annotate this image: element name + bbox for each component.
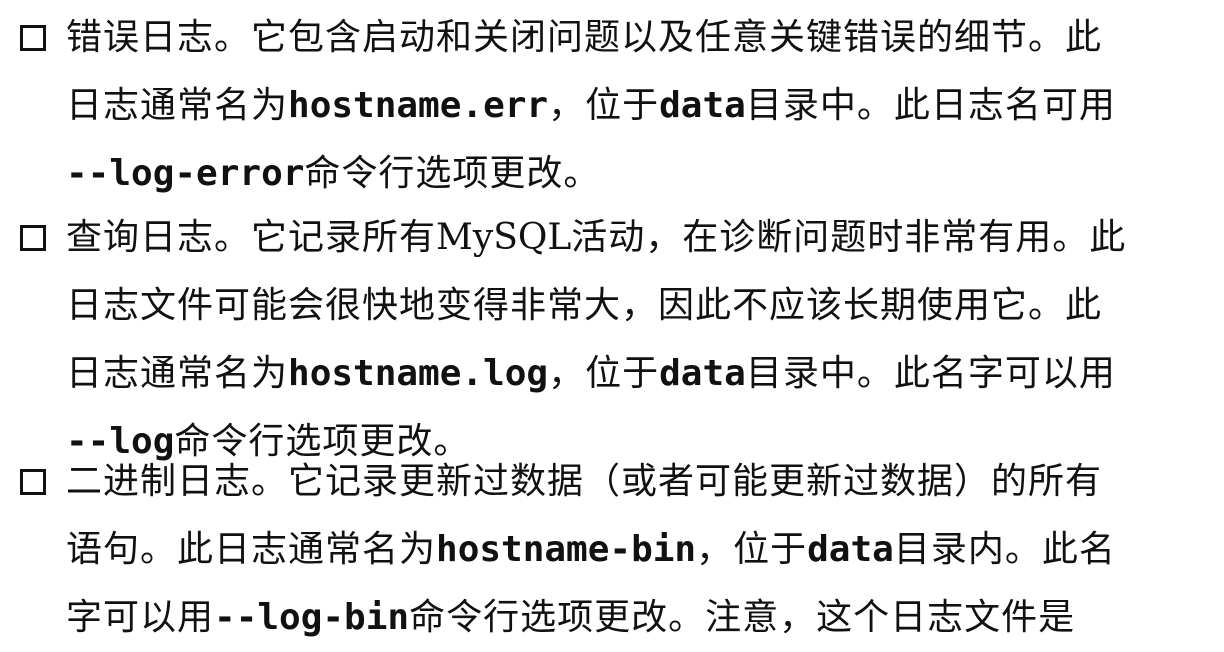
text-run: 命令行选项更改。注意，这个日志文件是: [409, 597, 1076, 638]
text-line: 二进制日志。它记录更新过数据（或者可能更新过数据）的所有: [66, 448, 1200, 516]
code-run: --log-bin: [214, 597, 410, 638]
text-run: ，位于: [548, 85, 660, 126]
code-run: data: [807, 529, 894, 570]
code-run: hostname.log: [288, 353, 549, 394]
checkbox-bullet-icon: [20, 469, 46, 495]
text-run: MySQL: [436, 217, 572, 258]
text-run: ，位于: [548, 353, 660, 394]
text-line: 日志通常名为hostname.log，位于data目录中。此名字可以用: [66, 340, 1200, 408]
text-line: 语句。此日志通常名为hostname-bin，位于data目录内。此名: [66, 516, 1200, 584]
text-run: 查询日志。它记录所有: [66, 217, 437, 258]
text-run: 目录中。此名字可以用: [745, 353, 1116, 394]
text-run: 语句。此日志通常名为: [66, 529, 437, 570]
checkbox-bullet-icon: [20, 25, 46, 51]
document-page: 错误日志。它包含启动和关闭问题以及任意关键错误的细节。此 日志通常名为hostn…: [0, 0, 1224, 649]
text-line: 查询日志。它记录所有MySQL活动，在诊断问题时非常有用。此: [66, 204, 1200, 272]
text-run: 日志通常名为: [66, 85, 289, 126]
text-line: 错误日志。它包含启动和关闭问题以及任意关键错误的细节。此: [66, 4, 1200, 72]
text-line: 日志通常名为hostname.err，位于data目录中。此日志名可用: [66, 72, 1200, 140]
code-run: hostname-bin: [436, 529, 697, 570]
text-run: 命令行选项更改。: [304, 153, 601, 194]
list-item-binary-log: 二进制日志。它记录更新过数据（或者可能更新过数据）的所有 语句。此日志通常名为h…: [0, 448, 1224, 652]
code-run: --log-error: [66, 153, 305, 194]
code-run: hostname.err: [288, 85, 549, 126]
list-item-error-log: 错误日志。它包含启动和关闭问题以及任意关键错误的细节。此 日志通常名为hostn…: [0, 4, 1224, 208]
text-run: 日志通常名为: [66, 353, 289, 394]
text-run: 日志文件可能会很快地变得非常大，因此不应该长期使用它。此: [66, 285, 1103, 326]
text-run: 目录内。此名: [893, 529, 1116, 570]
code-run: data: [659, 85, 746, 126]
text-line: 日志文件可能会很快地变得非常大，因此不应该长期使用它。此: [66, 272, 1200, 340]
text-run: 错误日志。它包含启动和关闭问题以及任意关键错误的细节。此: [66, 17, 1103, 58]
text-run: 活动，在诊断问题时非常有用。此: [571, 217, 1127, 258]
list-item-query-log: 查询日志。它记录所有MySQL活动，在诊断问题时非常有用。此 日志文件可能会很快…: [0, 204, 1224, 476]
text-line: 字可以用--log-bin命令行选项更改。注意，这个日志文件是: [66, 584, 1200, 652]
checkbox-bullet-icon: [20, 225, 46, 251]
text-run: 字可以用: [66, 597, 215, 638]
code-run: data: [659, 353, 746, 394]
text-run: ，位于: [696, 529, 808, 570]
text-run: 二进制日志。它记录更新过数据（或者可能更新过数据）的所有: [66, 461, 1103, 502]
text-run: 目录中。此日志名可用: [745, 85, 1116, 126]
text-line: --log-error命令行选项更改。: [66, 140, 1200, 208]
